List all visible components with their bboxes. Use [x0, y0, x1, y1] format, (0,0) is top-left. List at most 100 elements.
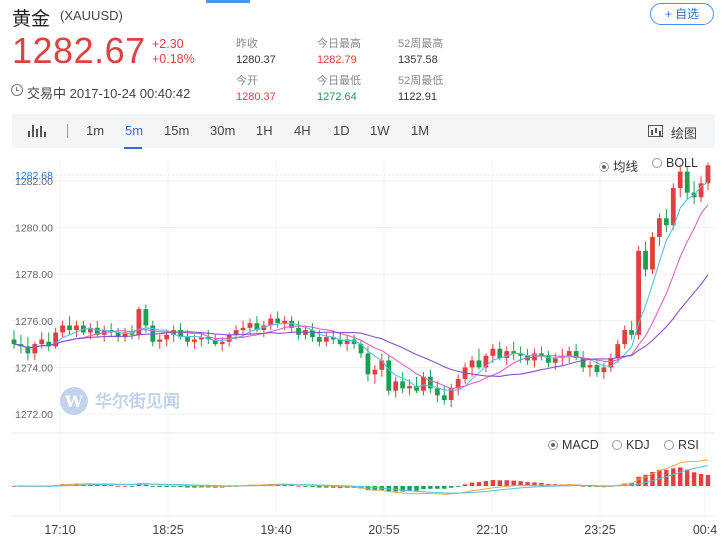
candle-body — [32, 344, 38, 354]
x-tick-label: 23:25 — [584, 523, 615, 537]
candle-body — [684, 171, 690, 193]
candle-body — [323, 337, 329, 342]
macd-bar — [157, 486, 162, 487]
moving-average-lines — [13, 181, 709, 391]
candle-body — [240, 327, 246, 331]
drawing-tool-icon[interactable] — [648, 125, 663, 137]
price-chart[interactable]: 1282.001280.001278.001276.001274.001272.… — [0, 150, 727, 542]
x-tick-label: 22:10 — [476, 523, 507, 537]
add-watchlist-button[interactable]: + 自选 — [650, 3, 714, 25]
tab-1m[interactable]: 1m — [86, 123, 104, 138]
macd-bar — [497, 480, 502, 486]
trading-status: 交易中 2017-10-24 00:40:42 — [27, 86, 191, 101]
macd-bar — [462, 484, 468, 486]
candle-body — [677, 171, 683, 188]
candle-body — [580, 358, 586, 368]
macd-bar — [504, 480, 509, 486]
macd-bar — [108, 485, 114, 487]
candle-body — [74, 325, 79, 331]
stat-day-high: 今日最高 1282.79 — [317, 38, 361, 66]
macd-bar — [705, 474, 711, 486]
tab-1mo[interactable]: 1M — [411, 123, 429, 138]
tab-4h[interactable]: 4H — [294, 123, 311, 138]
candle-body — [143, 309, 149, 326]
current-price-label: 1282.68 — [15, 170, 53, 182]
macd-bar — [303, 486, 308, 487]
instrument-symbol: (XAUUSD) — [60, 8, 123, 23]
watermark: W 华尔街见闻 — [60, 387, 180, 415]
macd-bar — [150, 486, 155, 487]
candle-body — [136, 309, 142, 335]
macd-bar — [102, 484, 107, 486]
macd-bar — [449, 486, 454, 488]
macd-bar — [469, 482, 475, 486]
candle-body — [11, 339, 17, 345]
candle-body — [552, 358, 558, 363]
y-tick-label: 1272.00 — [15, 409, 53, 421]
candle-body — [476, 360, 482, 368]
macd-bar — [136, 484, 142, 486]
candle-body — [386, 360, 392, 391]
tab-15m[interactable]: 15m — [164, 123, 189, 138]
candle-body — [566, 351, 572, 356]
macd-bar — [164, 486, 169, 488]
candle-body — [316, 337, 322, 342]
candlestick-series — [11, 162, 711, 408]
last-price: 1282.67 — [12, 30, 146, 71]
tab-1w[interactable]: 1W — [370, 123, 390, 138]
macd-bar — [421, 486, 426, 490]
y-tick-label: 1278.00 — [15, 269, 53, 281]
macd-bar — [678, 467, 683, 486]
candle-body — [594, 365, 600, 373]
price-change-percent: +0.18% — [152, 52, 195, 66]
stat-day-low: 今日最低 1272.64 — [317, 75, 361, 103]
candle-body — [601, 367, 607, 373]
y-axis-labels: 1282.001280.001278.001276.001274.001272.… — [15, 176, 53, 421]
macd-bar — [143, 484, 149, 486]
candlestick-type-icon[interactable] — [28, 125, 46, 137]
candle-body — [164, 334, 170, 340]
macd-bar — [671, 468, 676, 486]
x-tick-label: 00:4 — [693, 523, 717, 537]
candle-body — [407, 386, 412, 389]
macd-bar — [511, 480, 516, 486]
candle-body — [490, 348, 496, 356]
candle-body — [247, 323, 253, 328]
tab-1h[interactable]: 1H — [256, 123, 273, 138]
chart-toolbar: 1m 5m 15m 30m 1H 4H 1D 1W 1M 绘图 — [12, 114, 715, 149]
candle-body — [497, 348, 503, 359]
candle-body — [657, 218, 662, 237]
candle-body — [365, 353, 371, 375]
x-tick-label: 18:25 — [152, 523, 183, 537]
watermark-logo-letter: W — [64, 392, 84, 411]
tab-30m[interactable]: 30m — [210, 123, 235, 138]
macd-bar — [393, 486, 398, 492]
macd-bar — [129, 486, 135, 487]
tab-5m[interactable]: 5m — [125, 123, 143, 138]
macd-bar — [490, 480, 496, 486]
candle-body — [469, 360, 475, 368]
macd-bar — [698, 474, 704, 486]
macd-bar — [435, 486, 440, 489]
tab-1d[interactable]: 1D — [333, 123, 350, 138]
macd-dif-line — [13, 459, 709, 495]
candle-body — [60, 325, 65, 333]
macd-bar — [442, 486, 447, 489]
macd-bar — [664, 469, 669, 486]
top-accent-bar — [206, 0, 250, 3]
candle-body — [275, 318, 281, 324]
candle-body — [282, 320, 288, 324]
stat-52w-high: 52周最高 1357.58 — [398, 38, 444, 66]
macd-bar — [428, 486, 433, 489]
candle-body — [219, 341, 225, 345]
stat-52w-low: 52周最低 1122.91 — [398, 75, 444, 103]
candle-body — [233, 330, 239, 335]
candle-body — [670, 187, 676, 226]
drawing-tool-button[interactable]: 绘图 — [671, 123, 697, 142]
macd-bar — [684, 469, 690, 486]
instrument-name: 黄金 — [12, 9, 51, 30]
macd-panel — [11, 459, 715, 495]
macd-bar — [455, 486, 461, 487]
candle-body — [393, 381, 399, 391]
x-tick-label: 17:10 — [44, 523, 75, 537]
